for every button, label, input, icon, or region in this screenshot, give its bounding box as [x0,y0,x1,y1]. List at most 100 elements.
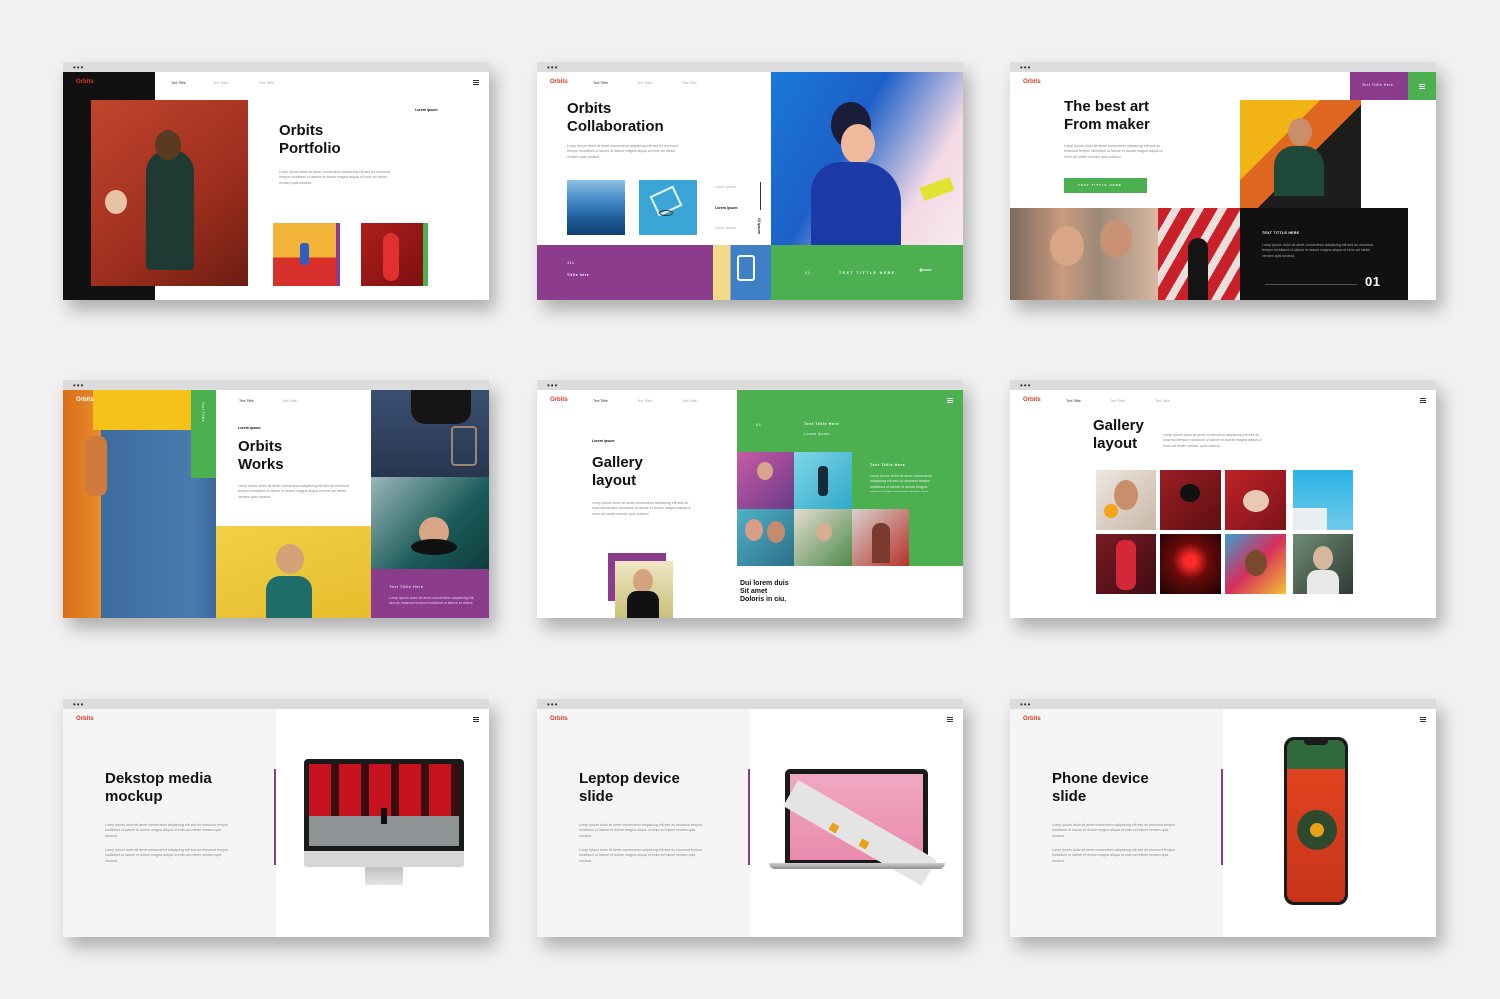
slide-title: Orbits Collaboration [567,100,664,135]
slide-title: Phone device slide [1052,770,1149,805]
hamburger-menu-icon[interactable] [1420,717,1426,722]
nav-item-1[interactable]: Text Tittle [593,81,608,85]
upside-down-photo [371,477,489,569]
slide-title: Orbits Works [238,438,284,473]
nav-item-3[interactable]: Text Tittle [259,81,274,85]
hamburger-menu-icon[interactable] [473,80,479,85]
nav-item-1[interactable]: Text Tittle [593,399,608,403]
grid-photo-3 [1225,470,1286,530]
hero-blue-photo [771,72,963,245]
grid-photo-1 [1096,470,1156,530]
slide-orbits-works[interactable]: ••• Orbits Text Tittle Text Tittle Text … [63,380,489,618]
slide-title: The best art From maker [1064,98,1150,133]
slide-title: Dekstop media mockup [105,770,212,805]
slide-title: Gallery layout [1093,417,1144,452]
nav-item-3[interactable]: Text Tittle [1155,399,1170,403]
window-bar: ••• [537,380,963,390]
phone-device [1284,737,1348,905]
window-dots-icon: ••• [1020,700,1032,709]
nav-item-2[interactable]: Text Tittle [1110,399,1125,403]
green-number: 01 [805,270,811,275]
laptop-base [769,863,945,869]
couple-photo [1010,208,1158,300]
hamburger-menu-icon[interactable] [1420,398,1426,403]
brand-logo: Orbits [76,397,94,403]
slide-title: Gallery layout [592,454,643,489]
slide-desktop-mockup[interactable]: ••• Orbits Dekstop media mockup Lorep ip… [63,699,489,937]
body-text-2: Lorep ipsum dolor sit amet consectetur a… [105,848,229,863]
arrow-left-icon[interactable]: ⟵ [919,265,932,276]
purple-accent-line [1221,769,1223,865]
hamburger-menu-icon[interactable] [947,398,953,403]
purple-number: J11 [567,260,575,265]
grid-photo-8 [1293,534,1353,594]
window-bar: ••• [1010,380,1436,390]
list-item-3[interactable]: Lorem ipsum [715,226,736,231]
slide-phone-mockup[interactable]: ••• Orbits Phone device slide Lorep ipsu… [1010,699,1436,937]
brand-logo: Orbits [550,716,568,722]
purple-panel-text: Lorep ipsum dolor sit amet consectetur a… [389,596,474,608]
nav-item-2[interactable]: Text Tittle [637,399,652,403]
kicker-text: Lorem ipsum [415,108,438,112]
hamburger-menu-icon[interactable] [1419,84,1425,89]
window-bar: ••• [1010,699,1436,709]
thumbnail-red-dress [361,223,428,286]
caption-text: Dui lorem duis Sit amet Doloris in ciu. [740,580,789,604]
cta-button-label: TEXT TITTLE HERE [1078,183,1122,187]
list-item-1[interactable]: Lorem ipsum [715,185,736,190]
grid-photo-5 [1096,534,1156,594]
green-title-2: Text Tittle Here [870,463,906,467]
purple-title: Tittle here [567,273,590,277]
nav-item-1[interactable]: Text Tittle [171,81,186,85]
sunglasses-photo [1240,100,1361,208]
slide-orbits-collaboration[interactable]: ••• Orbits Text Tittle Text Tittle Text … [537,62,963,300]
slide-orbits-portfolio[interactable]: ••• Orbits Text Tittle Text Tittle Text … [63,62,489,300]
body-text-1: Lorep ipsum dolor sit amet consectetur a… [1052,823,1176,838]
window-bar: ••• [63,699,489,709]
nav-item-2[interactable]: Text Tittle [282,399,297,403]
body-text: Lorep ipsum dolor sit amet consectetur a… [279,170,390,185]
body-text-2: Lorep ipsum dolor sit amet consectetur a… [1052,848,1176,863]
purple-accent-line [748,769,750,865]
window-dots-icon: ••• [547,700,559,709]
mountains-photo [567,180,625,235]
nav-item-3[interactable]: Text Tittle [682,81,697,85]
grid-photo-6 [1160,534,1221,594]
brand-logo: Orbits [76,716,94,722]
nav-item-3[interactable]: Text Tittle [682,399,697,403]
frame-photo [615,561,673,618]
window-bar: ••• [537,699,963,709]
brand-logo: Orbits [1023,716,1041,722]
hamburger-menu-icon[interactable] [473,717,479,722]
laptop-device [783,769,937,886]
kicker-text: Lorem ipsum [592,439,615,443]
hamburger-menu-icon[interactable] [947,717,953,722]
nav-item-2[interactable]: Text Tittle [637,81,652,85]
brand-logo: Orbits [550,397,568,403]
vertical-divider [760,182,761,210]
slide-best-art[interactable]: ••• Orbits Text Tittle Here The best art… [1010,62,1436,300]
slide-laptop-mockup[interactable]: ••• Orbits Leptop device slide Lorep ips… [537,699,963,937]
nav-item-1[interactable]: Text Tittle [1066,399,1081,403]
nav-item-2[interactable]: Text Tittle [213,81,228,85]
window-dots-icon: ••• [73,700,85,709]
window-bar: ••• [1010,62,1436,72]
slide-gallery-layout-b[interactable]: ••• Orbits Text Tittle Text Tittle Text … [1010,380,1436,618]
purple-accent-line [274,769,276,865]
monitor-stand [365,867,403,885]
slide-title: Orbits Portfolio [279,122,341,157]
body-text-1: Lorep ipsum dolor sit amet consectetur a… [579,823,703,838]
brand-logo: Orbits [1023,397,1041,403]
window-bar: ••• [63,380,489,390]
slide-gallery-layout-a[interactable]: ••• Orbits Text Tittle Text Tittle Text … [537,380,963,618]
grid-photo-4 [1293,470,1353,530]
body-text: Lorep ipsum dolor sit amet consectetur a… [1064,144,1163,159]
grid-photo-7 [1225,534,1286,594]
gallery-photo-2 [794,452,852,509]
nav-item-1[interactable]: Text Tittle [239,399,254,403]
green-number: 01 [756,422,762,427]
body-text-1: Lorep ipsum dolor sit amet consectetur a… [105,823,229,838]
list-item-2[interactable]: Lorem ipsum [715,206,738,211]
kicker-text: Lorem ipsum [238,426,261,430]
slide-title: Leptop device slide [579,770,680,805]
